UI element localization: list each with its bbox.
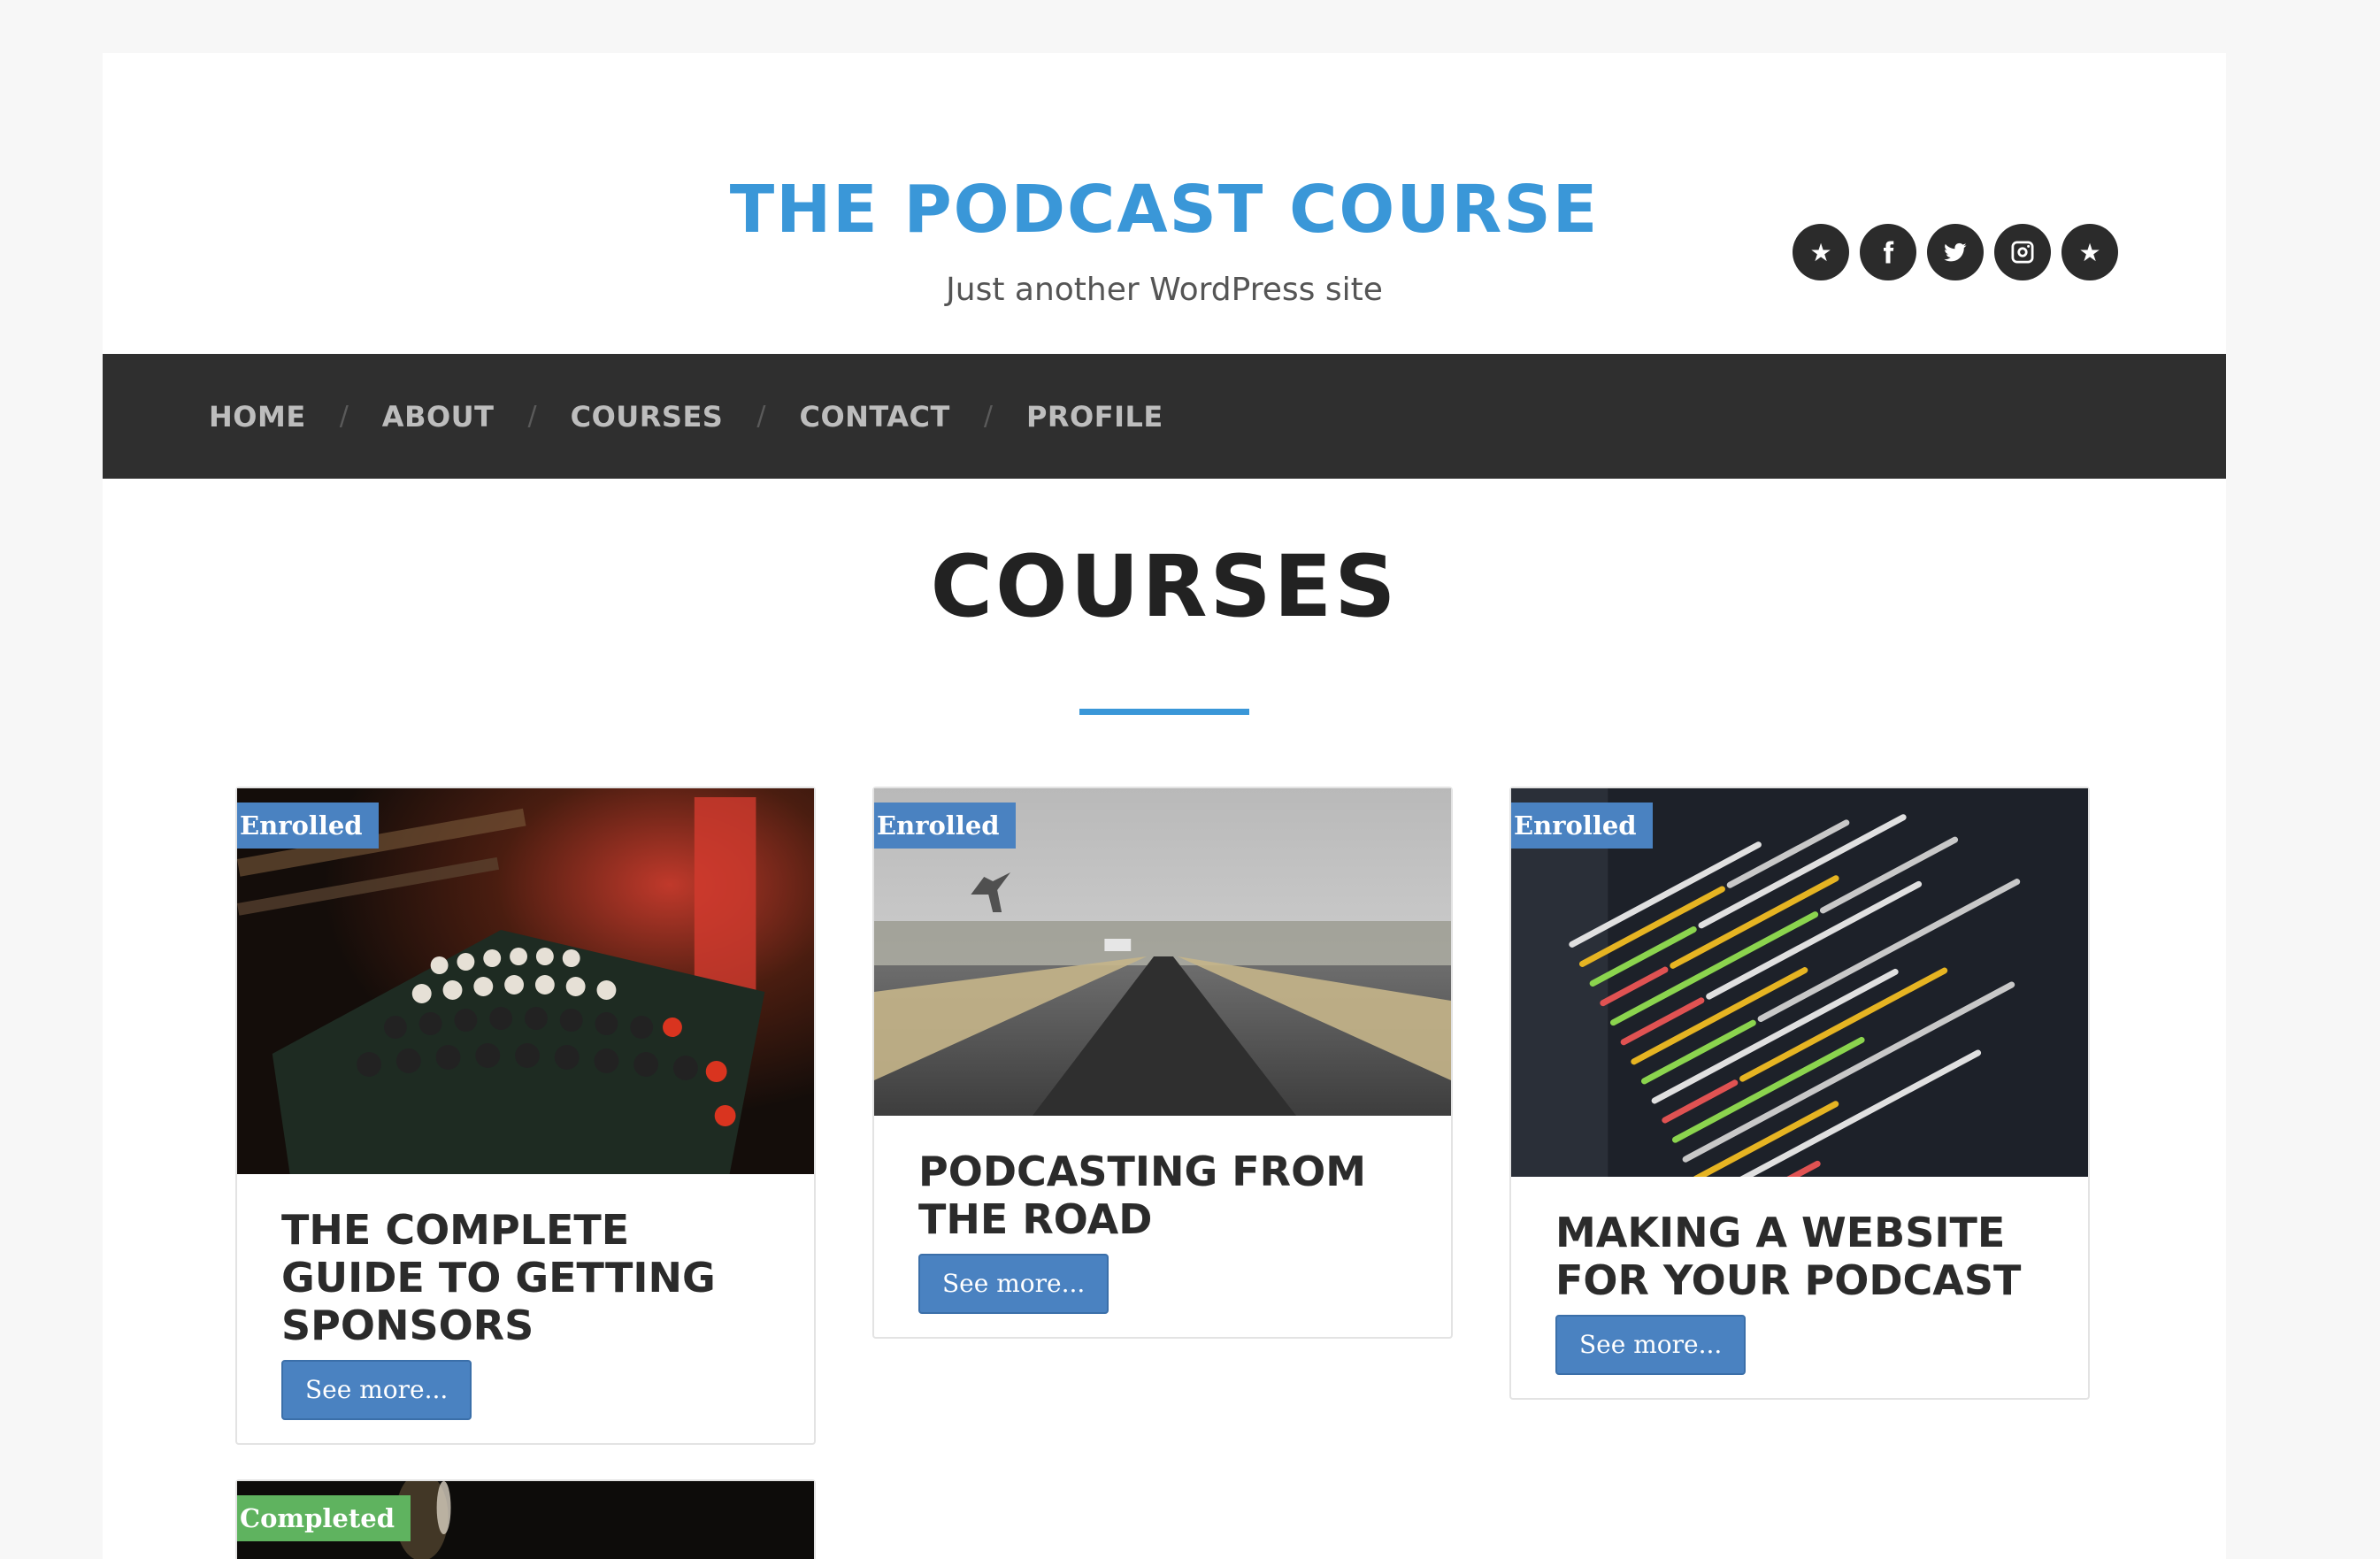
course-card: Enrolled PODCASTING FROM THE ROAD See mo… [872, 787, 1453, 1339]
see-more-button[interactable]: See more... [918, 1254, 1109, 1314]
course-title[interactable]: THE COMPLETE GUIDE TO GETTING SPONSORS [281, 1206, 770, 1349]
status-badge: Enrolled [1511, 803, 1653, 849]
course-card-body: MAKING A WEBSITE FOR YOUR PODCAST See mo… [1511, 1177, 2088, 1398]
status-badge: Completed [237, 1495, 411, 1541]
site-header: THE PODCAST COURSE Just another WordPres… [103, 53, 2226, 354]
nav-item-home[interactable]: HOME [209, 400, 306, 434]
course-thumbnail-code[interactable]: Enrolled [1511, 788, 2088, 1177]
nav-separator: / [756, 401, 766, 432]
nav-item-profile[interactable]: PROFILE [1026, 400, 1163, 434]
twitter-icon[interactable] [1927, 224, 1984, 280]
page-title: COURSES [930, 537, 1399, 636]
course-card: Enrolled MAKING A WEBSITE FOR YOUR PODCA… [1509, 787, 2090, 1400]
course-thumbnail-dark[interactable]: Completed [237, 1481, 814, 1559]
course-thumbnail-typewriter[interactable]: Enrolled [237, 788, 814, 1174]
social-links: ★ ★ [1793, 224, 2118, 280]
course-thumbnail-road[interactable]: Enrolled [874, 788, 1451, 1116]
status-badge: Enrolled [237, 803, 379, 849]
status-badge: Enrolled [874, 803, 1016, 849]
nav-item-courses[interactable]: COURSES [571, 400, 724, 434]
facebook-icon[interactable] [1860, 224, 1916, 280]
course-title[interactable]: PODCASTING FROM THE ROAD [918, 1148, 1407, 1243]
course-card: Completed [235, 1479, 816, 1559]
see-more-button[interactable]: See more... [1555, 1315, 1747, 1375]
nav-item-about[interactable]: ABOUT [382, 400, 495, 434]
nav-separator: / [339, 401, 349, 432]
nav-separator: / [983, 401, 993, 432]
course-card-body: THE COMPLETE GUIDE TO GETTING SPONSORS S… [237, 1174, 814, 1443]
title-divider [1079, 709, 1249, 715]
main-nav: HOME / ABOUT / COURSES / CONTACT / PROFI… [103, 354, 2226, 479]
course-card-body: PODCASTING FROM THE ROAD See more... [874, 1116, 1451, 1337]
star-icon[interactable]: ★ [1793, 224, 1849, 280]
course-title[interactable]: MAKING A WEBSITE FOR YOUR PODCAST [1555, 1209, 2044, 1304]
nav-separator: / [527, 401, 537, 432]
page-container: THE PODCAST COURSE Just another WordPres… [103, 53, 2226, 1559]
see-more-button[interactable]: See more... [281, 1360, 472, 1420]
course-card: Enrolled THE COMPLETE GUIDE TO GETTING S… [235, 787, 816, 1445]
nav-item-contact[interactable]: CONTACT [799, 400, 949, 434]
instagram-icon[interactable] [1994, 224, 2051, 280]
star-icon[interactable]: ★ [2061, 224, 2118, 280]
